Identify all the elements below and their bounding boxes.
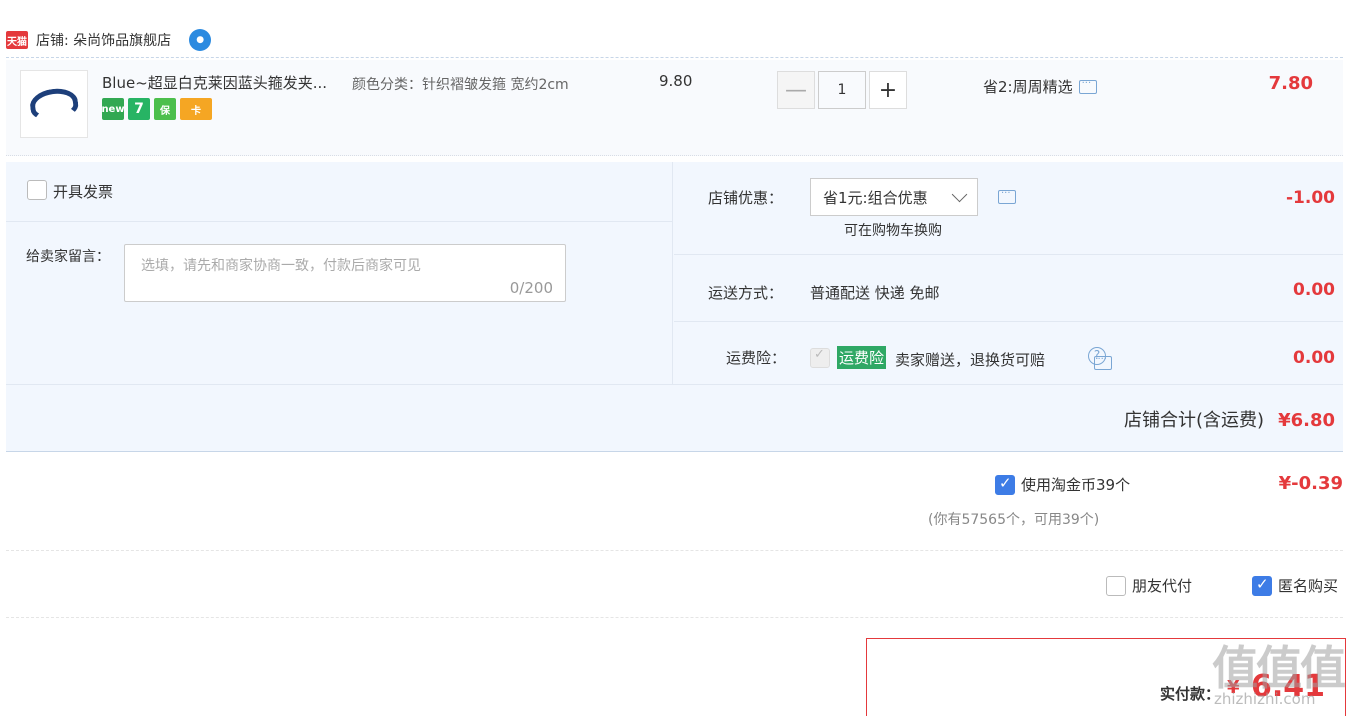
quantity-stepper: — 1 + <box>777 71 907 109</box>
item-discount: 省2:周周精选 <box>983 75 1097 97</box>
use-coins-checkbox[interactable] <box>995 474 1015 495</box>
store-coupon-value: 省1元:组合优惠 <box>823 188 928 207</box>
message-counter: 0/200 <box>509 279 553 297</box>
divider <box>6 617 1343 618</box>
divider <box>6 550 1343 551</box>
shipping-row: 运送方式： 普通配送 快递 免邮 0.00 <box>674 255 1343 322</box>
insurance-value: 卖家赠送，退换货可赔 <box>895 351 1046 369</box>
divider <box>6 57 1343 58</box>
anonymous-checkbox[interactable] <box>1252 575 1272 596</box>
divider <box>6 384 1343 385</box>
anonymous-option: 匿名购买 <box>1252 575 1338 596</box>
watermark-url: zhizhizhi.com <box>1214 690 1316 708</box>
comment-icon[interactable] <box>998 185 1016 204</box>
store-coupon-row: 店铺优惠： 省1元:组合优惠 可在购物车换购 -1.00 <box>674 162 1343 255</box>
guarantee-icon: 保 <box>154 98 176 120</box>
seven-day-return-icon: 7 <box>128 98 150 120</box>
store-total-amount: ¥6.80 <box>1278 410 1335 431</box>
new-badge-icon: new <box>101 98 125 120</box>
shipping-label: 运送方式： <box>708 284 784 302</box>
friend-pay-label[interactable]: 朋友代付 <box>1132 575 1192 596</box>
decrease-quantity-button[interactable]: — <box>777 71 815 109</box>
message-placeholder: 选填，请先和商家协商一致，付款后商家可见 <box>141 258 421 274</box>
comment-icon[interactable] <box>1078 75 1097 94</box>
coin-note: (你有57565个，可用39个) <box>928 512 1100 528</box>
coin-amount: ¥-0.39 <box>1278 473 1343 494</box>
anonymous-label[interactable]: 匿名购买 <box>1278 575 1338 596</box>
friend-pay-option: 朋友代付 <box>1106 575 1192 596</box>
cart-item-row: Blue~超显白克莱因蓝头箍发夹... new 7 保 卡 颜色分类：针织褶皱发… <box>6 60 1343 156</box>
invoice-checkbox[interactable] <box>27 180 47 200</box>
store-total: 店铺合计(含运费) ¥6.80 <box>1124 406 1335 432</box>
unit-price: 9.80 <box>659 72 693 90</box>
swap-note: 可在购物车换购 <box>844 223 942 239</box>
increase-quantity-button[interactable]: + <box>869 71 907 109</box>
sku-info: 颜色分类：针织褶皱发箍 宽约2cm <box>352 77 569 93</box>
insurance-row: 运费险： 运费险 卖家赠送，退换货可赔 ? 0.00 <box>674 322 1343 384</box>
product-thumbnail[interactable] <box>20 70 88 138</box>
friend-pay-checkbox[interactable] <box>1106 575 1126 596</box>
seller-message-input[interactable]: 选填，请先和商家协商一致，付款后商家可见 0/200 <box>124 244 566 302</box>
payment-label: 实付款： <box>1160 685 1221 703</box>
chevron-down-icon <box>951 186 968 203</box>
invoice-row: 开具发票 <box>6 162 673 222</box>
insurance-label: 运费险： <box>726 349 787 367</box>
insurance-amount: 0.00 <box>1293 348 1335 368</box>
message-label: 给卖家留言： <box>26 249 110 265</box>
insurance-tag: 运费险 <box>837 346 887 369</box>
shipping-amount: 0.00 <box>1293 280 1335 300</box>
order-options-panel: 开具发票 给卖家留言： 选填，请先和商家协商一致，付款后商家可见 0/200 店… <box>6 162 1343 452</box>
store-coupon-label: 店铺优惠： <box>708 189 784 207</box>
item-total: 7.80 <box>1268 73 1313 94</box>
shop-name[interactable]: 店铺: 朵尚饰品旗舰店 <box>36 30 171 50</box>
use-coins-label[interactable]: 使用淘金币39个 <box>1021 474 1130 495</box>
insurance-checkbox[interactable] <box>810 347 830 368</box>
shop-header: 天猫 店铺: 朵尚饰品旗舰店 ● <box>6 28 212 52</box>
store-coupon-select[interactable]: 省1元:组合优惠 <box>810 178 978 216</box>
product-title[interactable]: Blue~超显白克莱因蓝头箍发夹... <box>102 72 347 93</box>
store-total-label: 店铺合计(含运费) <box>1124 410 1265 431</box>
watermark-logo: 值值值 <box>1212 641 1346 695</box>
card-icon: 卡 <box>180 98 212 120</box>
help-icon[interactable]: ? <box>1088 347 1106 365</box>
product-badges: new 7 保 卡 <box>101 98 212 120</box>
invoice-label[interactable]: 开具发票 <box>53 181 113 202</box>
discount-note: 省2:周周精选 <box>983 78 1073 96</box>
tmall-logo: 天猫 <box>6 31 28 49</box>
wangwang-chat-icon[interactable]: ● <box>189 29 212 51</box>
coin-option: 使用淘金币39个 <box>995 474 1130 495</box>
shipping-value: 普通配送 快递 免邮 <box>810 284 940 302</box>
options-left: 开具发票 给卖家留言： 选填，请先和商家协商一致，付款后商家可见 0/200 <box>6 162 673 384</box>
store-coupon-amount: -1.00 <box>1286 188 1335 208</box>
quantity-input[interactable]: 1 <box>818 71 866 109</box>
